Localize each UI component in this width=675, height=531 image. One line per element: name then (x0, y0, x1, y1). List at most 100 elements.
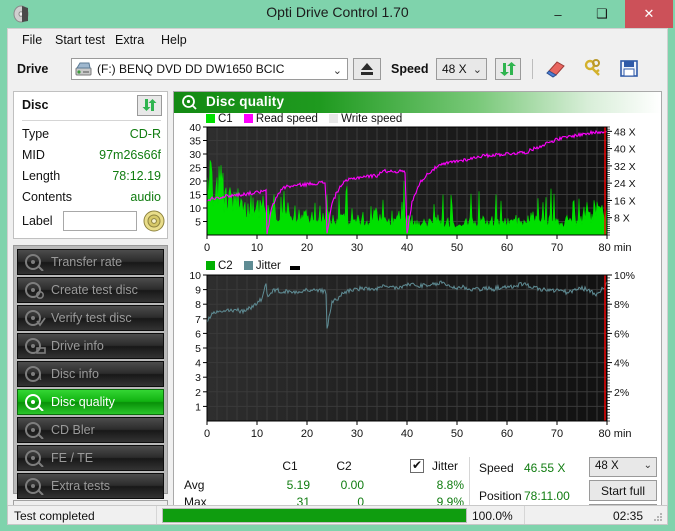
svg-text:60: 60 (501, 242, 513, 254)
svg-text:10%: 10% (614, 270, 635, 282)
disc-extra-icon (24, 477, 46, 496)
eject-button[interactable] (353, 58, 381, 80)
start-full-button[interactable]: Start full (589, 480, 657, 501)
svg-text:30: 30 (351, 242, 363, 254)
drive-info-icon (24, 337, 46, 355)
svg-text:80 min: 80 min (598, 242, 631, 254)
disc-refresh-button[interactable] (137, 95, 162, 116)
status-message: Test completed (14, 509, 95, 523)
close-button[interactable]: ✕ (625, 0, 673, 28)
svg-text:32 X: 32 X (614, 161, 636, 173)
eject-icon (361, 63, 373, 75)
menu-item-start-test[interactable]: Start test (49, 32, 111, 49)
sidebar-item-label: Transfer rate (51, 255, 123, 269)
status-bar: Test completed 100.0% 02:35 (7, 505, 668, 525)
test-speed-select[interactable]: 48 X ⌄ (589, 457, 657, 477)
stats-header-jitter: Jitter (432, 459, 459, 473)
svg-text:20: 20 (301, 428, 313, 440)
svg-text:2%: 2% (614, 387, 629, 399)
save-button[interactable] (616, 58, 644, 80)
result-position-value: 78:11.00 (524, 489, 570, 503)
svg-text:50: 50 (451, 428, 463, 440)
sidebar-item-drive-info[interactable]: Drive info (17, 333, 164, 359)
elapsed-time: 02:35 (612, 509, 643, 523)
disc-info-icon: i (24, 365, 46, 383)
svg-text:50: 50 (451, 242, 463, 254)
svg-text:10: 10 (189, 270, 201, 282)
svg-text:4%: 4% (614, 358, 629, 370)
svg-text:30: 30 (351, 428, 363, 440)
sidebar-item-create-test-disc[interactable]: Create test disc (17, 277, 164, 303)
speed-label: Speed (391, 62, 429, 76)
menu-item-file[interactable]: File (16, 32, 48, 49)
disc-row-mid-value: 97m26s66f (99, 148, 161, 162)
speed-select[interactable]: 48 X ⌄ (436, 58, 487, 80)
svg-text:70: 70 (551, 242, 563, 254)
sidebar-item-fe-te[interactable]: FE / TE (17, 445, 164, 471)
cd-icon[interactable] (143, 210, 165, 232)
disc-quality-icon (24, 393, 46, 412)
minimize-button[interactable]: – (537, 0, 579, 28)
svg-text:7: 7 (195, 314, 201, 326)
menu-bar: File Start test Extra Help (8, 29, 667, 52)
disc-label-input[interactable] (63, 211, 137, 231)
sidebar-item-disc-quality[interactable]: Disc quality (17, 389, 164, 415)
status-divider (156, 506, 157, 524)
sidebar-item-extra-tests[interactable]: Extra tests (17, 473, 164, 499)
svg-text:35: 35 (189, 136, 201, 148)
svg-text:0: 0 (204, 242, 210, 254)
svg-text:6%: 6% (614, 328, 629, 340)
chevron-down-icon: ⌄ (332, 65, 342, 77)
keys-button[interactable] (581, 58, 609, 80)
stats-row-avg-label: Avg (184, 478, 205, 492)
resize-grip-icon[interactable] (652, 510, 664, 522)
disc-row-contents-label: Contents (22, 190, 73, 204)
drive-toolbar: Drive (F:) BENQ DVD DD DW1650 BCIC ⌄ Spe… (8, 52, 667, 87)
sidebar-item-verify-test-disc[interactable]: Verify test disc (17, 305, 164, 331)
disc-row-type-value: CD-R (129, 127, 161, 141)
disc-panel-title: Disc (22, 98, 49, 112)
refresh-button[interactable] (495, 58, 521, 80)
svg-text:25: 25 (189, 163, 201, 175)
refresh-icon (500, 62, 516, 76)
sidebar-item-transfer-rate[interactable]: Transfer rate (17, 249, 164, 275)
sidebar-item-label: Create test disc (51, 283, 138, 297)
disc-row-length-label: Length (22, 169, 61, 183)
sidebar-item-label: CD Bler (51, 423, 95, 437)
erase-button[interactable] (543, 58, 571, 80)
disc-bler-icon (24, 421, 46, 440)
svg-text:40: 40 (401, 428, 413, 440)
svg-text:8 X: 8 X (614, 213, 630, 225)
disc-quality-panel: Disc quality C1 Read speed Write speed 5… (173, 91, 662, 526)
sidebar-item-cd-bler[interactable]: CD Bler (17, 417, 164, 443)
menu-item-extra[interactable]: Extra (109, 32, 150, 49)
disc-test-icon (24, 253, 46, 272)
result-speed-value: 46.55 X (524, 461, 566, 475)
disc-row-length: Length 78:12.19 (22, 169, 161, 186)
result-speed-label: Speed (479, 461, 514, 475)
keys-icon (584, 59, 600, 76)
refresh-icon (142, 99, 157, 111)
svg-text:8%: 8% (614, 299, 629, 311)
drive-select[interactable]: (F:) BENQ DVD DD DW1650 BCIC ⌄ (71, 58, 348, 80)
svg-text:40: 40 (189, 122, 201, 134)
result-position-label: Position (479, 489, 522, 503)
menu-item-help[interactable]: Help (155, 32, 193, 49)
svg-text:80 min: 80 min (598, 428, 631, 440)
title-bar: Opti Drive Control 1.70 – ❑ ✕ (0, 0, 675, 28)
svg-text:30: 30 (189, 149, 201, 161)
test-list: Transfer rate Create test disc Verify te… (13, 245, 168, 499)
svg-text:15: 15 (189, 190, 201, 202)
svg-text:i: i (39, 372, 42, 383)
speed-value: 48 X (442, 62, 467, 76)
drive-label: Drive (17, 62, 49, 76)
maximize-button[interactable]: ❑ (581, 0, 623, 28)
sidebar-item-disc-info[interactable]: i Disc info (17, 361, 164, 387)
disc-create-icon (24, 281, 46, 300)
progress-bar-fill (163, 509, 466, 522)
divider (22, 120, 161, 121)
jitter-checkbox[interactable] (410, 458, 424, 473)
bottom-chart-plot: 1 2 3 4 5 6 7 8 9 10 2% 4% 6% 8% 10% 0 10 20 30 40 50 60 70 80 … (189, 270, 635, 440)
bottom-chart: C2 Jitter 1 2 3 4 5 6 7 8 9 10 2% 4% 6% 8% 10% 0 10 20 30 4… (174, 257, 661, 457)
sidebar-item-label: Disc info (51, 367, 99, 381)
